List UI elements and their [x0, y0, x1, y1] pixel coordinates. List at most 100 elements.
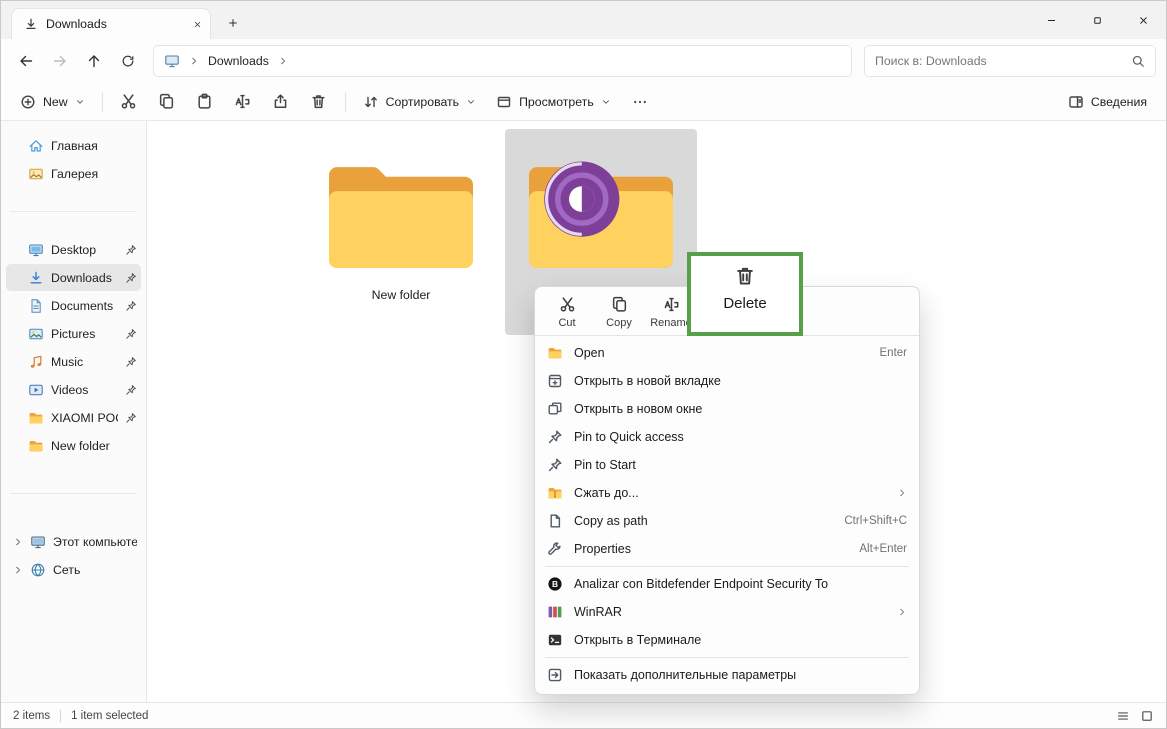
expander-icon[interactable]	[13, 565, 23, 575]
sidebar-item-home[interactable]: Главная	[6, 132, 141, 159]
menu-item-label: Сжать до...	[574, 486, 886, 500]
chevron-down-icon	[466, 97, 476, 107]
refresh-icon	[121, 54, 135, 68]
thumbnail-view-icon[interactable]	[1140, 709, 1154, 723]
toolbar-cut-button[interactable]	[111, 87, 147, 117]
download-nav-icon	[28, 270, 44, 286]
minimize-button[interactable]	[1028, 1, 1074, 39]
toolbar-rename-button[interactable]	[225, 87, 261, 117]
toolbar-copy-button[interactable]	[149, 87, 185, 117]
delete-label: Delete	[723, 295, 766, 312]
menu-item-pin-quick-access[interactable]: Pin to Quick access	[535, 423, 919, 451]
expander-icon[interactable]	[13, 537, 23, 547]
menu-item-open-new-tab[interactable]: Открыть в новой вкладке	[535, 367, 919, 395]
home-icon	[28, 138, 44, 154]
menu-item-bitdefender-scan[interactable]: BAnalizar con Bitdefender Endpoint Secur…	[535, 570, 919, 598]
details-pane-button[interactable]: Сведения	[1059, 87, 1156, 117]
menu-item-label: Properties	[574, 542, 848, 556]
sidebar-item-label: Downloads	[51, 271, 118, 285]
sidebar-separator	[10, 211, 137, 212]
menu-item-pin-start[interactable]: Pin to Start	[535, 451, 919, 479]
new-tab-button[interactable]	[219, 9, 247, 37]
pin-icon	[125, 244, 137, 256]
menu-item-open-new-window[interactable]: Открыть в новом окне	[535, 395, 919, 423]
toolbar-paste-button[interactable]	[187, 87, 223, 117]
toolbar-divider	[102, 92, 103, 112]
up-button[interactable]	[79, 46, 109, 76]
chevron-down-icon	[75, 97, 85, 107]
sidebar-item-label: Documents	[51, 299, 118, 313]
toolbar-delete-button[interactable]	[301, 87, 337, 117]
folder-icon	[28, 438, 44, 454]
copy-icon	[611, 296, 628, 313]
tab-title: Downloads	[46, 17, 185, 31]
sidebar-item-network[interactable]: Сеть	[6, 556, 141, 583]
menu-item-show-more-options[interactable]: Показать дополнительные параметры	[535, 661, 919, 689]
tab-downloads[interactable]: Downloads	[11, 8, 211, 39]
monitor-icon	[164, 53, 180, 69]
sidebar-item-downloads[interactable]: Downloads	[6, 264, 141, 291]
quick-action-copy[interactable]: Copy	[593, 296, 645, 329]
pin-icon	[125, 412, 137, 424]
list-view-icon[interactable]	[1116, 709, 1130, 723]
sidebar-item-label: Этот компьютер	[53, 535, 137, 549]
sidebar-item-label: Сеть	[53, 563, 137, 577]
maximize-button[interactable]	[1074, 1, 1120, 39]
file-new-folder[interactable]: New folder	[305, 129, 497, 335]
sidebar-item-pictures[interactable]: Pictures	[6, 320, 141, 347]
sidebar-item-desktop[interactable]: Desktop	[6, 236, 141, 263]
menu-item-copy-as-path[interactable]: Copy as pathCtrl+Shift+C	[535, 507, 919, 535]
path-icon	[547, 513, 563, 529]
share-icon	[272, 93, 289, 110]
forward-button[interactable]	[45, 46, 75, 76]
delete-icon	[310, 93, 327, 110]
address-bar[interactable]: Downloads	[153, 45, 852, 77]
sidebar-item-videos[interactable]: Videos	[6, 376, 141, 403]
titlebar: Downloads	[1, 1, 1166, 39]
sidebar-item-label: Pictures	[51, 327, 118, 341]
pc-icon	[30, 534, 46, 550]
pin-icon	[125, 356, 137, 368]
delete-icon[interactable]	[734, 265, 756, 287]
breadcrumb-downloads[interactable]: Downloads	[208, 54, 269, 68]
new-window-icon	[547, 401, 563, 417]
pin-icon	[125, 384, 137, 396]
quick-action-label: Cut	[558, 317, 575, 329]
pin-icon	[125, 272, 137, 284]
back-button[interactable]	[11, 46, 41, 76]
menu-item-open[interactable]: OpenEnter	[535, 339, 919, 367]
new-button[interactable]: New	[11, 87, 94, 117]
more-options-button[interactable]	[622, 87, 658, 117]
menu-item-winrar[interactable]: WinRAR	[535, 598, 919, 626]
forward-arrow-icon	[52, 53, 68, 69]
tab-close-icon[interactable]	[193, 20, 202, 29]
close-button[interactable]	[1120, 1, 1166, 39]
menu-item-label: Открыть в Терминале	[574, 633, 907, 647]
menu-item-compress-to[interactable]: Сжать до...	[535, 479, 919, 507]
svg-text:B: B	[552, 579, 558, 589]
sidebar-item-new-folder[interactable]: New folder	[6, 432, 141, 459]
sidebar-item-this-pc[interactable]: Этот компьютер	[6, 528, 141, 555]
sidebar-item-gallery[interactable]: Галерея	[6, 160, 141, 187]
quick-action-label: Copy	[606, 317, 632, 329]
sidebar-item-documents[interactable]: Documents	[6, 292, 141, 319]
ellipsis-icon	[632, 94, 648, 110]
sidebar-item-xiaomi-poco-f[interactable]: XIAOMI POCO F	[6, 404, 141, 431]
view-button[interactable]: Просмотреть	[487, 87, 620, 117]
menu-item-open-in-terminal[interactable]: Открыть в Терминале	[535, 626, 919, 654]
menu-separator	[545, 657, 909, 658]
rename-icon	[234, 93, 251, 110]
menu-item-properties[interactable]: PropertiesAlt+Enter	[535, 535, 919, 563]
search-box[interactable]: Поиск в: Downloads	[864, 45, 1156, 77]
sort-button[interactable]: Сортировать	[354, 87, 485, 117]
sidebar-item-label: XIAOMI POCO F	[51, 411, 118, 425]
refresh-button[interactable]	[113, 46, 143, 76]
file-name: New folder	[372, 288, 431, 302]
new-plus-icon	[20, 94, 36, 110]
details-pane-icon	[1068, 94, 1084, 110]
quick-action-cut[interactable]: Cut	[541, 296, 593, 329]
menu-item-shortcut: Enter	[880, 347, 908, 359]
command-toolbar: New Сортировать Просмотреть Сведения	[1, 83, 1166, 121]
toolbar-share-button[interactable]	[263, 87, 299, 117]
sidebar-item-music[interactable]: Music	[6, 348, 141, 375]
